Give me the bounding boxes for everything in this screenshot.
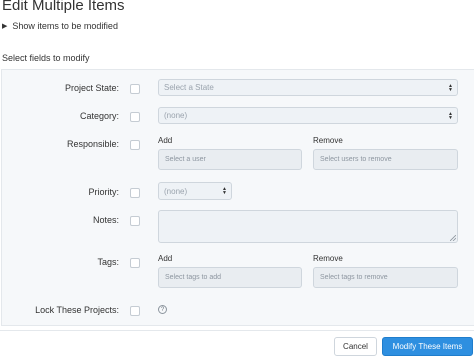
project-state-label: Project State:	[64, 83, 119, 93]
tags-remove-label: Remove	[313, 254, 343, 263]
project-state-placeholder: Select a State	[164, 83, 214, 92]
responsible-remove-input[interactable]: Select users to remove	[313, 149, 458, 170]
priority-select[interactable]: (none) ▲ ▼	[158, 182, 232, 200]
category-select[interactable]: (none) ▲ ▼	[158, 107, 458, 124]
responsible-checkbox[interactable]	[130, 140, 140, 150]
notes-checkbox[interactable]	[130, 216, 140, 226]
tags-remove-input[interactable]: Select tags to remove	[313, 267, 458, 288]
project-state-select[interactable]: Select a State ▲ ▼	[158, 79, 458, 96]
page-title: Edit Multiple Items	[2, 0, 125, 14]
select-arrows-icon: ▲ ▼	[448, 110, 453, 121]
responsible-label: Responsible:	[66, 139, 119, 149]
notes-label: Notes:	[92, 215, 119, 225]
notes-textarea[interactable]	[158, 210, 458, 243]
lock-projects-label: Lock These Projects:	[35, 305, 119, 315]
tags-add-label: Add	[158, 254, 173, 263]
responsible-add-placeholder: Select a user	[165, 156, 206, 163]
responsible-add-input[interactable]: Select a user	[158, 149, 302, 170]
tags-add-input[interactable]: Select tags to add	[158, 267, 302, 288]
help-icon[interactable]: ?	[158, 305, 167, 314]
select-arrows-icon: ▲ ▼	[222, 186, 227, 196]
tags-checkbox[interactable]	[130, 258, 140, 268]
category-value: (none)	[164, 111, 188, 120]
show-items-toggle[interactable]: ▶ Show items to be modified	[2, 21, 118, 31]
select-arrows-icon: ▲ ▼	[448, 82, 453, 93]
category-label: Category:	[79, 111, 119, 121]
responsible-remove-label: Remove	[313, 136, 343, 145]
priority-checkbox[interactable]	[130, 188, 140, 198]
footer-divider	[0, 330, 474, 331]
disclosure-triangle-icon: ▶	[2, 23, 8, 30]
category-checkbox[interactable]	[130, 112, 140, 122]
modify-items-button-label: Modify These Items	[392, 342, 463, 351]
help-glyph: ?	[160, 306, 165, 313]
cancel-button[interactable]: Cancel	[334, 337, 377, 356]
project-state-checkbox[interactable]	[130, 84, 140, 94]
tags-remove-placeholder: Select tags to remove	[320, 274, 388, 281]
lock-projects-checkbox[interactable]	[130, 306, 140, 316]
show-items-label: Show items to be modified	[12, 21, 118, 31]
resize-handle-icon[interactable]	[450, 235, 456, 241]
cancel-button-label: Cancel	[343, 342, 368, 351]
responsible-remove-placeholder: Select users to remove	[320, 156, 392, 163]
responsible-add-label: Add	[158, 136, 173, 145]
section-title: Select fields to modify	[2, 53, 90, 63]
priority-label: Priority:	[88, 187, 119, 197]
tags-label: Tags:	[97, 257, 119, 267]
priority-value: (none)	[164, 186, 188, 196]
modify-items-button[interactable]: Modify These Items	[382, 337, 473, 356]
tags-add-placeholder: Select tags to add	[165, 274, 222, 281]
